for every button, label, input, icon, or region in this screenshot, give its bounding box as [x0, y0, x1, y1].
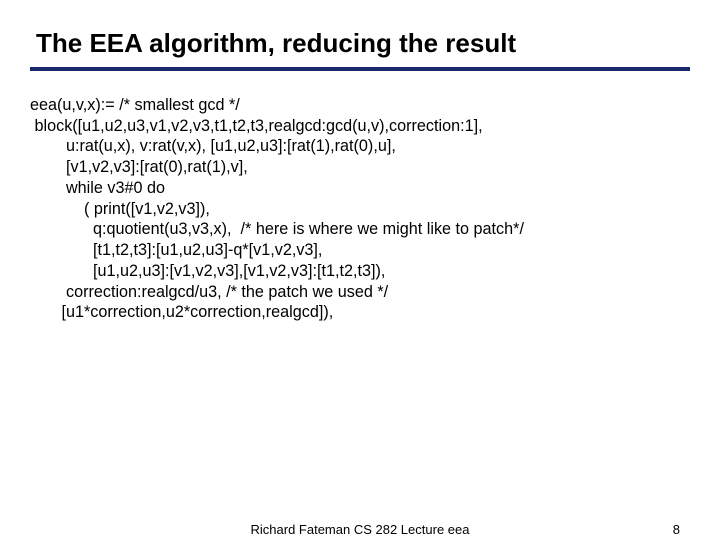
code-line: correction:realgcd/u3, /* the patch we u…	[30, 283, 388, 301]
title-rule	[30, 67, 690, 71]
code-line: q:quotient(u3,v3,x), /* here is where we…	[30, 220, 524, 238]
code-block: eea(u,v,x):= /* smallest gcd */ block([u…	[30, 95, 690, 323]
code-line: block([u1,u2,u3,v1,v2,v3,t1,t2,t3,realgc…	[30, 117, 483, 135]
slide: The EEA algorithm, reducing the result e…	[0, 0, 720, 540]
code-line: eea(u,v,x):= /* smallest gcd */	[30, 96, 240, 114]
code-line: ( print([v1,v2,v3]),	[30, 200, 210, 218]
code-line: [t1,t2,t3]:[u1,u2,u3]-q*[v1,v2,v3],	[30, 241, 322, 259]
footer-text: Richard Fateman CS 282 Lecture eea	[251, 522, 470, 537]
code-line: [u1,u2,u3]:[v1,v2,v3],[v1,v2,v3]:[t1,t2,…	[30, 262, 385, 280]
slide-title: The EEA algorithm, reducing the result	[30, 28, 690, 59]
code-line: while v3#0 do	[30, 179, 165, 197]
code-line: [u1*correction,u2*correction,realgcd]),	[30, 303, 333, 321]
page-number: 8	[673, 522, 680, 537]
code-line: [v1,v2,v3]:[rat(0),rat(1),v],	[30, 158, 248, 176]
code-line: u:rat(u,x), v:rat(v,x), [u1,u2,u3]:[rat(…	[30, 137, 396, 155]
